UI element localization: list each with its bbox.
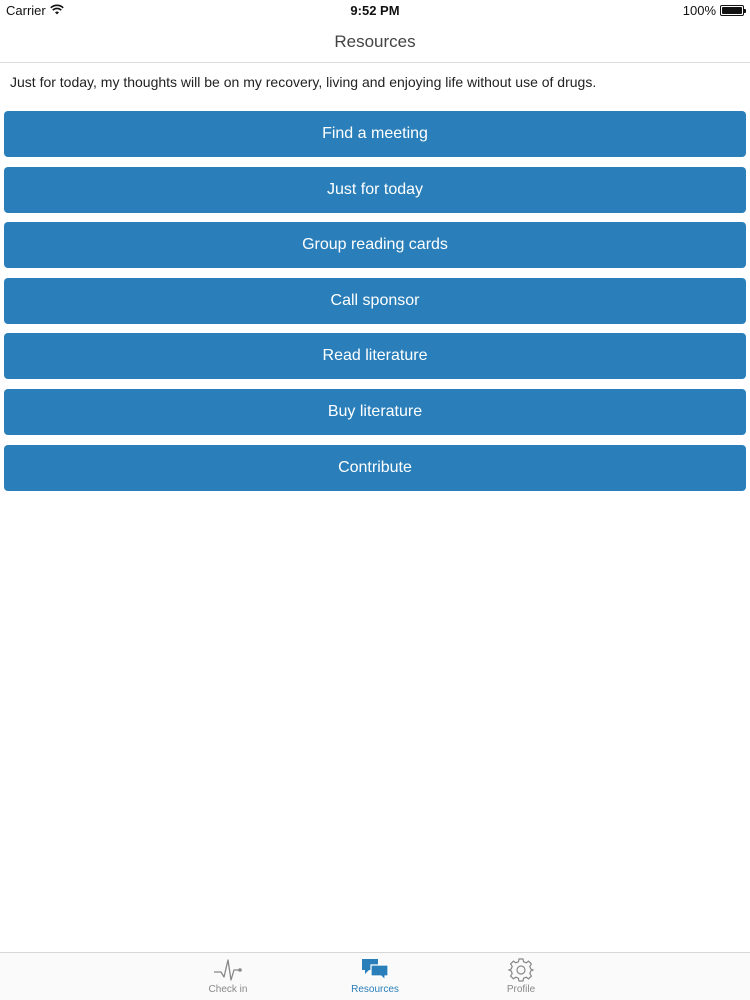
tab-bar: Check in Resources Profile [0, 952, 750, 1000]
find-meeting-button[interactable]: Find a meeting [4, 111, 746, 157]
just-for-today-button[interactable]: Just for today [4, 166, 746, 213]
tab-resources-label: Resources [351, 984, 399, 995]
chat-bubbles-icon [335, 957, 415, 983]
tab-profile-label: Profile [506, 984, 536, 995]
status-right: 100% [682, 3, 746, 18]
heartbeat-icon [188, 957, 268, 983]
status-bar: Carrier 9:52 PM 100% [0, 0, 750, 20]
tab-profile[interactable]: Profile [481, 955, 561, 999]
battery-fill [722, 7, 742, 14]
nav-bar: Resources [0, 20, 750, 63]
call-sponsor-button[interactable]: Call sponsor [4, 277, 746, 324]
gear-icon [481, 957, 561, 983]
read-literature-button[interactable]: Read literature [4, 333, 746, 380]
battery-percent: 100% [682, 3, 716, 18]
page-title: Resources [334, 32, 416, 51]
daily-quote: Just for today, my thoughts will be on m… [10, 74, 597, 90]
group-reading-cards-button[interactable]: Group reading cards [4, 222, 746, 269]
contribute-button[interactable]: Contribute [4, 444, 746, 491]
screen: Carrier 9:52 PM 100% Resources Just for … [0, 0, 750, 1000]
battery-icon [720, 5, 746, 16]
resource-button-list: Find a meeting Just for today Group read… [0, 111, 750, 491]
tab-check-in-label: Check in [208, 984, 248, 995]
buy-literature-button[interactable]: Buy literature [4, 388, 746, 435]
tab-check-in[interactable]: Check in [188, 955, 268, 999]
main-content: Just for today, my thoughts will be on m… [0, 64, 750, 500]
tab-resources[interactable]: Resources [335, 955, 415, 999]
status-time: 9:52 PM [350, 3, 400, 18]
